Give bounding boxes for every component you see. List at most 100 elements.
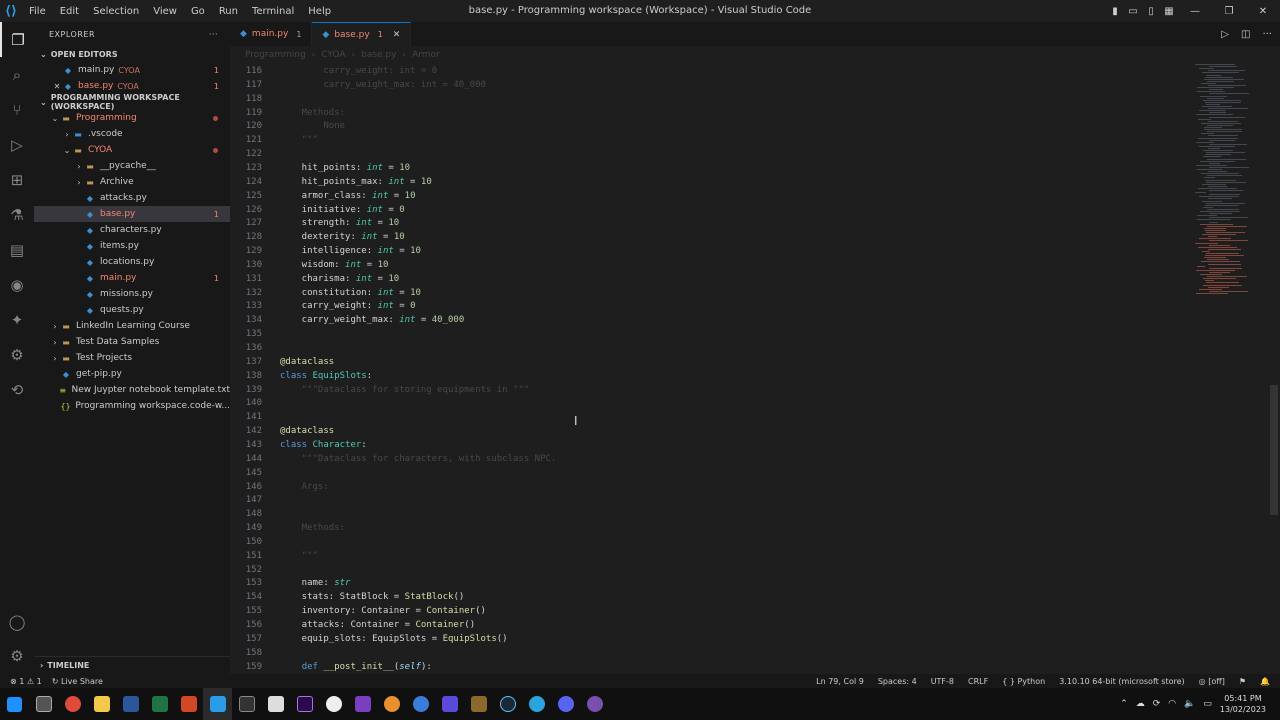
- open-editors-section[interactable]: ⌄ OPEN EDITORS: [34, 46, 230, 62]
- close-icon[interactable]: ✕: [52, 82, 62, 91]
- terminal-icon[interactable]: [232, 688, 261, 720]
- github-desktop-icon[interactable]: [580, 688, 609, 720]
- battery-icon[interactable]: ▭: [1203, 699, 1212, 709]
- encoding[interactable]: UTF-8: [931, 677, 954, 686]
- close-tab-icon[interactable]: ✕: [393, 30, 401, 40]
- tab-main-py[interactable]: ◆ main.py 1: [230, 22, 313, 46]
- telegram-icon[interactable]: [522, 688, 551, 720]
- tree-item[interactable]: {} Programming workspace.code-w...: [34, 398, 230, 414]
- cursor-position[interactable]: Ln 79, Col 9: [816, 677, 864, 686]
- python-icon[interactable]: ✦: [0, 302, 34, 337]
- app-blue-icon[interactable]: [406, 688, 435, 720]
- feedback-icon[interactable]: ⚑: [1239, 677, 1246, 686]
- tree-item[interactable]: ◆ attacks.py: [34, 190, 230, 206]
- volume-icon[interactable]: 🔈: [1184, 699, 1195, 709]
- visual-studio-icon[interactable]: [348, 688, 377, 720]
- language-mode[interactable]: { } Python: [1002, 677, 1045, 686]
- tray-chevron-icon[interactable]: ⌃: [1120, 699, 1128, 709]
- tree-item[interactable]: ◆ main.py 1: [34, 270, 230, 286]
- minimap[interactable]: [1195, 64, 1270, 304]
- source-control-icon[interactable]: ⑂: [0, 92, 34, 127]
- discord-icon[interactable]: [551, 688, 580, 720]
- vscode-taskbar-icon[interactable]: [203, 688, 232, 720]
- indentation[interactable]: Spaces: 4: [878, 677, 917, 686]
- prettier-status[interactable]: ◎ [off]: [1199, 677, 1225, 686]
- python-interpreter[interactable]: 3.10.10 64-bit (microsoft store): [1059, 677, 1184, 686]
- settings-gear-icon[interactable]: ⚙: [0, 638, 34, 673]
- timeline-section[interactable]: › TIMELINE: [34, 656, 230, 674]
- problems-indicator[interactable]: ⊗ 1 ⚠ 1: [10, 677, 42, 686]
- toggle-panel-icon[interactable]: ▭: [1124, 6, 1142, 17]
- tree-item[interactable]: ⌄ ▬ Programming: [34, 110, 230, 126]
- breadcrumb-item[interactable]: CYOA: [321, 50, 345, 60]
- tree-item[interactable]: ◆ items.py: [34, 238, 230, 254]
- sync-icon[interactable]: ⟳: [1153, 699, 1161, 709]
- app-orange-icon[interactable]: [377, 688, 406, 720]
- account-icon[interactable]: ◯: [0, 604, 34, 639]
- toggle-secondary-sidebar-icon[interactable]: ▯: [1142, 6, 1160, 17]
- live-share-icon[interactable]: ⟲: [0, 372, 34, 407]
- menu-item-go[interactable]: Go: [184, 6, 212, 17]
- live-share-button[interactable]: ↻ Live Share: [52, 677, 103, 686]
- tree-item[interactable]: › ▬ LinkedIn Learning Course: [34, 318, 230, 334]
- menu-item-selection[interactable]: Selection: [86, 6, 146, 17]
- obs-icon[interactable]: [319, 688, 348, 720]
- extensions-icon[interactable]: ⊞: [0, 162, 34, 197]
- remote-explorer-icon[interactable]: ⚙: [0, 337, 34, 372]
- breadcrumb-item[interactable]: base.py: [361, 50, 396, 60]
- minimize-button[interactable]: —: [1178, 6, 1212, 17]
- file-explorer-icon[interactable]: [87, 688, 116, 720]
- more-icon[interactable]: ···: [1262, 29, 1272, 40]
- testing-icon[interactable]: ⚗: [0, 197, 34, 232]
- menu-item-help[interactable]: Help: [301, 6, 338, 17]
- tree-item[interactable]: › ▬ .vscode: [34, 126, 230, 142]
- notebook-icon[interactable]: ▤: [0, 232, 34, 267]
- tree-item[interactable]: ◆ get-pip.py: [34, 366, 230, 382]
- clock[interactable]: 05:41 PM 13/02/2023: [1220, 693, 1266, 715]
- toggle-sidebar-icon[interactable]: ▮: [1106, 6, 1124, 17]
- workspace-section[interactable]: ⌄ PROGRAMMING WORKSPACE (WORKSPACE): [34, 93, 230, 111]
- search-icon[interactable]: ⌕: [0, 57, 34, 92]
- wifi-icon[interactable]: ◠: [1168, 699, 1176, 709]
- tree-item[interactable]: ≡ New Juypter notebook template.txt: [34, 382, 230, 398]
- run-debug-icon[interactable]: ▷: [0, 127, 34, 162]
- premiere-icon[interactable]: [290, 688, 319, 720]
- excel-icon[interactable]: [145, 688, 174, 720]
- customize-layout-icon[interactable]: ▦: [1160, 6, 1178, 17]
- tree-item[interactable]: › ▬ Test Projects: [34, 350, 230, 366]
- menu-item-edit[interactable]: Edit: [53, 6, 86, 17]
- explorer-icon[interactable]: ❐: [0, 22, 34, 57]
- steam-icon[interactable]: [493, 688, 522, 720]
- maximize-button[interactable]: ❐: [1212, 6, 1246, 17]
- word-icon[interactable]: [116, 688, 145, 720]
- open-editor-item[interactable]: ◆ main.py CYOA 1: [34, 62, 230, 78]
- edge-icon[interactable]: ◉: [0, 267, 34, 302]
- cloud-icon[interactable]: ☁: [1136, 699, 1145, 709]
- app-purple-icon[interactable]: [435, 688, 464, 720]
- tree-item[interactable]: ◆ locations.py: [34, 254, 230, 270]
- menu-item-view[interactable]: View: [146, 6, 184, 17]
- breadcrumb-item[interactable]: Armor: [412, 50, 440, 60]
- tab-base-py[interactable]: ◆ base.py 1 ✕: [312, 22, 412, 46]
- tree-item[interactable]: ◆ quests.py: [34, 302, 230, 318]
- tree-item[interactable]: › ▬ Test Data Samples: [34, 334, 230, 350]
- app-brown-icon[interactable]: [464, 688, 493, 720]
- breadcrumb-item[interactable]: Programming: [245, 50, 306, 60]
- task-view-icon[interactable]: [29, 688, 58, 720]
- windows-start-icon[interactable]: [0, 688, 29, 720]
- notifications-icon[interactable]: 🔔: [1260, 677, 1270, 686]
- line-ending[interactable]: CRLF: [968, 677, 988, 686]
- menu-item-file[interactable]: File: [22, 6, 53, 17]
- notepad-icon[interactable]: [261, 688, 290, 720]
- editor-scrollbar[interactable]: [1270, 385, 1278, 515]
- tree-item[interactable]: ◆ base.py 1: [34, 206, 230, 222]
- run-icon[interactable]: ▷: [1221, 29, 1229, 40]
- code-editor[interactable]: 116 carry_weight: int = 0 117 carry_weigh…: [230, 64, 1280, 674]
- tree-item[interactable]: ◆ missions.py: [34, 286, 230, 302]
- split-editor-icon[interactable]: ◫: [1241, 29, 1250, 40]
- tree-item[interactable]: ⌄ ▬ CYOA: [34, 142, 230, 158]
- chrome-icon[interactable]: [58, 688, 87, 720]
- menu-item-run[interactable]: Run: [212, 6, 245, 17]
- tree-item[interactable]: › ▬ Archive: [34, 174, 230, 190]
- tree-item[interactable]: ◆ characters.py: [34, 222, 230, 238]
